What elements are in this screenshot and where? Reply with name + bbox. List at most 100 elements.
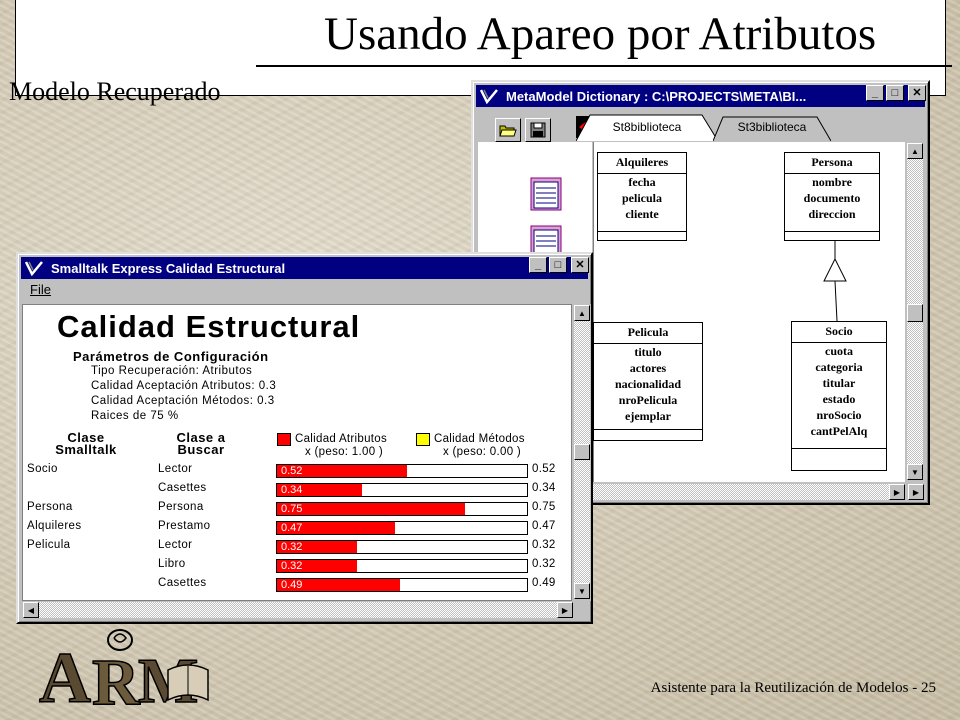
scroll-right-button[interactable]: ▶	[889, 484, 905, 500]
quality-bar-label: 0.75	[281, 503, 303, 515]
class-box-pelicula[interactable]: Pelicula titulo actores nacionalidad nro…	[593, 322, 703, 441]
class-attribute: cuota	[825, 344, 853, 358]
quality-bar: 0.52	[276, 464, 528, 478]
quality-value: 0.34	[532, 482, 556, 494]
metamodel-vertical-scrollbar[interactable]: ▲ ▼	[906, 142, 924, 482]
scroll-up-button[interactable]: ▲	[907, 143, 923, 159]
class-box-persona[interactable]: Persona nombre documento direccion	[784, 152, 880, 241]
scroll-thumb[interactable]	[574, 444, 590, 460]
method-separator	[792, 448, 886, 449]
class-box-socio[interactable]: Socio cuota categoria titular estado nro…	[791, 321, 887, 471]
param-line: Tipo Recuperación: Atributos	[91, 365, 253, 377]
report-heading: Calidad Estructural	[57, 309, 361, 344]
smalltalk-logo-icon	[480, 89, 498, 104]
class-attribute: cantPelAlq	[810, 424, 868, 438]
close-button[interactable]: ✕	[571, 257, 589, 273]
down-arrow-icon: ▼	[578, 586, 586, 596]
menu-file[interactable]: File	[30, 282, 51, 297]
tab-st8biblioteca[interactable]: St8biblioteca	[576, 113, 718, 141]
maximize-button[interactable]: □	[549, 257, 567, 273]
quality-value: 0.52	[532, 463, 556, 475]
row-clase-smalltalk: Persona	[27, 501, 73, 513]
close-button[interactable]: ✕	[908, 85, 926, 101]
slide-subtitle: Modelo Recuperado	[9, 77, 221, 106]
class-name: Persona	[785, 153, 879, 174]
scroll-track[interactable]	[39, 602, 557, 618]
size-grip[interactable]: ▶	[908, 484, 924, 500]
up-arrow-icon: ▲	[911, 146, 919, 156]
minimize-button[interactable]: _	[866, 85, 884, 101]
floppy-disk-icon	[530, 122, 546, 138]
open-folder-icon	[499, 125, 517, 137]
title-underline	[256, 65, 952, 67]
minimize-button[interactable]: _	[529, 257, 547, 273]
col-header-clase-smalltalk: Clase Smalltalk	[41, 431, 131, 456]
row-clase-buscar: Prestamo	[158, 520, 211, 532]
scroll-right-button[interactable]: ▶	[557, 602, 573, 618]
param-line: Raices de 75 %	[91, 410, 179, 422]
row-clase-smalltalk: Alquileres	[27, 520, 82, 532]
scroll-up-button[interactable]: ▲	[574, 305, 590, 321]
class-attribute: estado	[822, 392, 856, 406]
class-attribute: nombre	[812, 175, 852, 189]
quality-bar-label: 0.32	[281, 560, 303, 572]
svg-text:A: A	[39, 638, 91, 712]
inheritance-arrow	[823, 241, 847, 321]
right-arrow-icon: ▶	[912, 487, 920, 497]
arm-logo: A R M	[38, 629, 209, 712]
save-button[interactable]	[525, 118, 551, 142]
svg-text:R: R	[92, 646, 141, 712]
quality-bar: 0.75	[276, 502, 528, 516]
minimize-icon: _	[871, 86, 879, 99]
class-attribute: titulo	[634, 345, 662, 359]
class-box-alquileres[interactable]: Alquileres fecha pelicula cliente	[597, 152, 687, 241]
quality-bar: 0.32	[276, 540, 528, 554]
quality-value: 0.47	[532, 520, 556, 532]
metamodel-horizontal-scrollbar[interactable]: ▶	[593, 483, 906, 501]
row-clase-smalltalk: Pelicula	[27, 539, 71, 551]
class-document-icon[interactable]	[528, 176, 564, 212]
quality-bar: 0.32	[276, 559, 528, 573]
class-document-icon[interactable]	[528, 224, 564, 254]
quality-bar-label: 0.34	[281, 484, 303, 496]
tab-st3biblioteca[interactable]: St3biblioteca	[713, 113, 831, 141]
quality-bar: 0.47	[276, 521, 528, 535]
maximize-icon: □	[891, 86, 899, 99]
row-clase-buscar: Casettes	[158, 482, 207, 494]
row-clase-buscar: Libro	[158, 558, 186, 570]
metamodel-titlebar[interactable]: MetaModel Dictionary : C:\PROJECTS\META\…	[476, 85, 925, 107]
class-attribute: fecha	[628, 175, 656, 189]
legend-metodos-swatch	[416, 433, 430, 446]
legend-atributos-label: Calidad Atributos	[295, 433, 388, 445]
scroll-down-button[interactable]: ▼	[574, 583, 590, 599]
calidad-titlebar[interactable]: Smalltalk Express Calidad Estructural	[21, 257, 588, 279]
method-separator	[598, 231, 686, 232]
class-name: Socio	[792, 322, 886, 343]
class-attribute: cliente	[625, 207, 659, 221]
open-folder-button[interactable]	[495, 118, 521, 142]
legend-metodos-label: Calidad Métodos	[434, 433, 525, 445]
quality-bar-label: 0.52	[281, 465, 303, 477]
tab-label: St8biblioteca	[612, 120, 682, 134]
class-diagram-canvas[interactable]: Alquileres fecha pelicula cliente Person…	[593, 142, 905, 482]
quality-bar-label: 0.32	[281, 541, 303, 553]
class-attribute: ejemplar	[625, 409, 671, 423]
calidad-horizontal-scrollbar[interactable]: ◀ ▶	[22, 601, 573, 619]
down-arrow-icon: ▼	[911, 467, 919, 477]
tab-label: St3biblioteca	[737, 120, 807, 134]
maximize-button[interactable]: □	[886, 85, 904, 101]
calidad-title: Smalltalk Express Calidad Estructural	[51, 260, 286, 276]
scroll-thumb[interactable]	[907, 304, 923, 322]
quality-bar: 0.34	[276, 483, 528, 497]
scroll-left-button[interactable]: ◀	[23, 602, 39, 618]
quality-value: 0.32	[532, 558, 556, 570]
class-name: Pelicula	[594, 323, 702, 344]
param-line: Calidad Aceptación Métodos: 0.3	[91, 395, 275, 407]
maximize-icon: □	[554, 258, 562, 271]
calidad-window: Smalltalk Express Calidad Estructural _ …	[16, 252, 593, 624]
calidad-vertical-scrollbar[interactable]: ▲ ▼	[573, 304, 591, 601]
legend-metodos-peso: x (peso: 0.00 )	[443, 446, 522, 458]
scroll-track[interactable]	[593, 484, 889, 500]
col-header-line: Buscar	[177, 442, 225, 457]
scroll-down-button[interactable]: ▼	[907, 464, 923, 480]
